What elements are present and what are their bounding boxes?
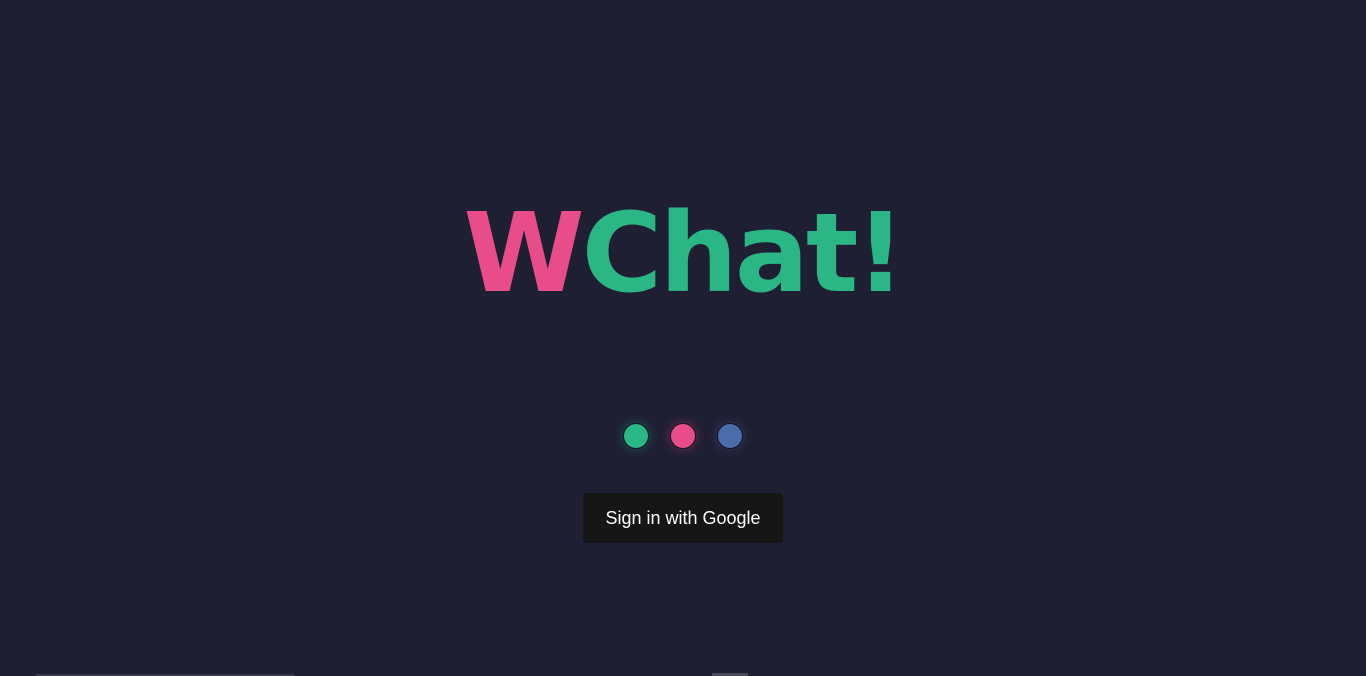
login-page: WChat! Sign in with Google <box>0 0 1366 676</box>
app-logo: WChat! <box>0 188 1366 318</box>
loading-dots <box>0 423 1366 449</box>
logo-chat-text: Chat! <box>581 189 906 317</box>
loading-dot-blue <box>717 423 743 449</box>
sign-in-with-google-button[interactable]: Sign in with Google <box>583 493 783 543</box>
loading-dot-green <box>623 423 649 449</box>
loading-dot-pink <box>670 423 696 449</box>
logo-w-text: W <box>463 189 584 317</box>
